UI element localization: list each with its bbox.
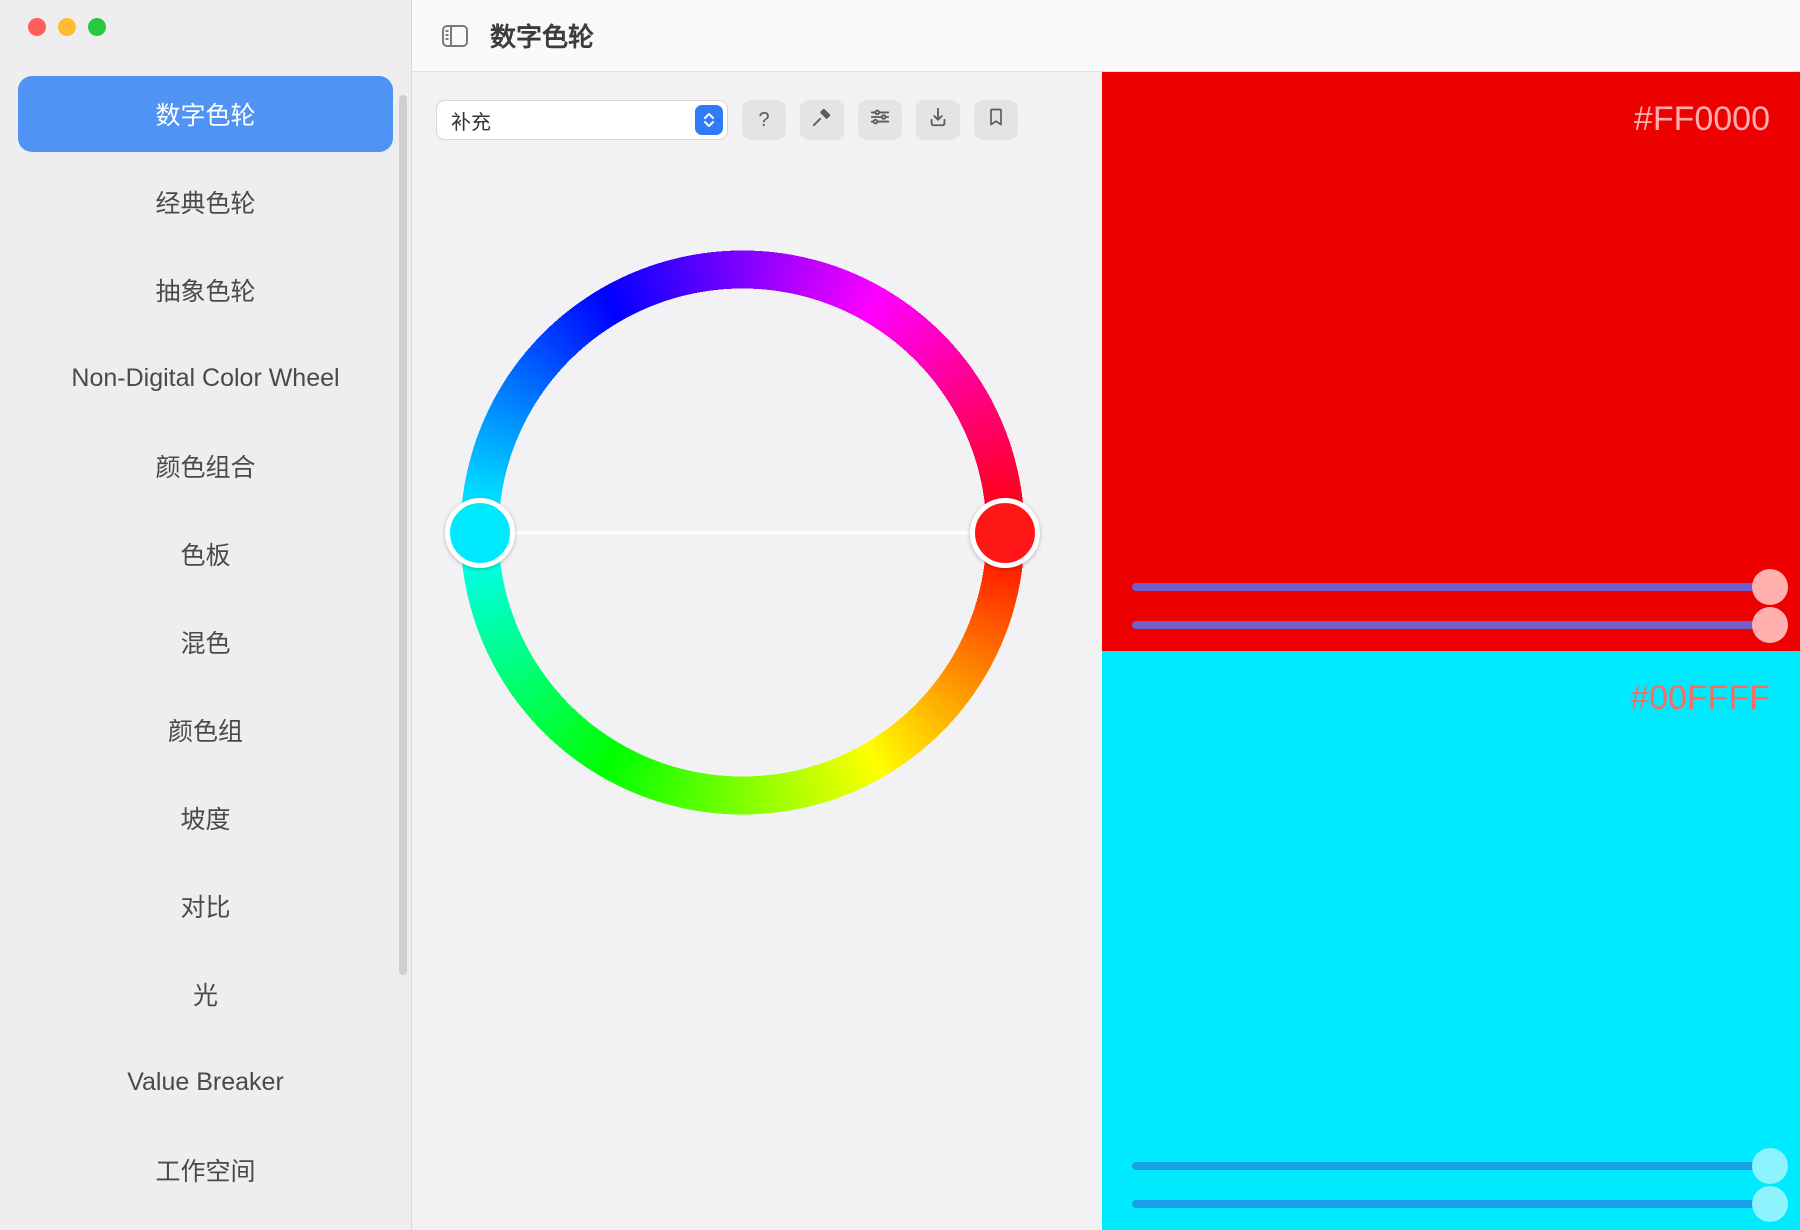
sidebar-item-label: 数字色轮: [155, 96, 255, 132]
sidebar-item-1[interactable]: 经典色轮: [18, 164, 393, 240]
wheel-toolbar: 补充 ?: [436, 100, 1078, 140]
eyedropper-button[interactable]: [800, 100, 844, 140]
wheel-pane: 补充 ?: [412, 72, 1102, 1230]
sidebar-item-6[interactable]: 混色: [18, 604, 393, 680]
swatch-slider-1[interactable]: [1132, 621, 1770, 629]
adjustments-button[interactable]: [858, 100, 902, 140]
sidebar-item-7[interactable]: 颜色组: [18, 692, 393, 768]
sidebar-item-12[interactable]: 工作空间: [18, 1132, 393, 1208]
export-button[interactable]: [916, 100, 960, 140]
color-handle-2[interactable]: [970, 498, 1040, 568]
sidebar-item-8[interactable]: 坡度: [18, 780, 393, 856]
minimize-window-button[interactable]: [58, 18, 76, 36]
sidebar-item-label: 颜色组合: [155, 448, 255, 484]
chevron-down-icon: [695, 105, 723, 135]
titlebar: 数字色轮: [412, 0, 1800, 72]
window-controls: [0, 18, 411, 36]
page-title: 数字色轮: [490, 17, 594, 54]
sidebar-item-label: Non-Digital Color Wheel: [71, 364, 339, 393]
slider-thumb[interactable]: [1752, 1186, 1788, 1222]
content: 补充 ?: [412, 72, 1800, 1230]
swatch-1[interactable]: #00FFFF: [1102, 651, 1800, 1230]
sidebar-item-5[interactable]: 色板: [18, 516, 393, 592]
sidebar-item-11[interactable]: Value Breaker: [18, 1044, 393, 1120]
sidebar-item-label: 色板: [180, 536, 230, 572]
eyedropper-icon: [811, 106, 833, 134]
sidebar-item-9[interactable]: 对比: [18, 868, 393, 944]
sidebar-item-4[interactable]: 颜色组合: [18, 428, 393, 504]
sidebar-item-10[interactable]: 光: [18, 956, 393, 1032]
toggle-sidebar-button[interactable]: [442, 25, 468, 47]
question-icon: ?: [758, 109, 769, 132]
swatch-sliders: [1132, 1162, 1770, 1208]
sidebar-list[interactable]: 数字色轮经典色轮抽象色轮 Non-Digital Color Wheel 颜色组合色…: [0, 76, 411, 1230]
swatch-0[interactable]: #FF0000: [1102, 72, 1800, 651]
sidebar-item-label: 光: [193, 976, 218, 1012]
sidebar-item-label: Value Breaker: [127, 1068, 284, 1097]
bookmark-button[interactable]: [974, 100, 1018, 140]
preview-pane: #FF0000 #00FFFF: [1102, 72, 1800, 1230]
close-window-button[interactable]: [28, 18, 46, 36]
zoom-window-button[interactable]: [88, 18, 106, 36]
sidebar-scrollbar[interactable]: [399, 95, 407, 975]
swatch-hex-label: #FF0000: [1132, 100, 1770, 139]
sidebar-item-label: 经典色轮: [155, 184, 255, 220]
help-button[interactable]: ?: [742, 100, 786, 140]
export-icon: [927, 106, 949, 134]
slider-thumb[interactable]: [1752, 569, 1788, 605]
sidebar-item-label: 坡度: [180, 800, 230, 836]
swatch-slider-0[interactable]: [1132, 583, 1770, 591]
bookmark-icon: [986, 106, 1006, 134]
sidebar-item-label: 混色: [180, 624, 230, 660]
sidebar-item-3[interactable]: Non-Digital Color Wheel: [18, 340, 393, 416]
color-handle-1[interactable]: [445, 498, 515, 568]
app-window: 数字色轮经典色轮抽象色轮 Non-Digital Color Wheel 颜色组合色…: [0, 0, 1800, 1230]
sidebar-item-label: 颜色组: [168, 712, 243, 748]
sidebar: 数字色轮经典色轮抽象色轮 Non-Digital Color Wheel 颜色组合色…: [0, 0, 412, 1230]
swatch-sliders: [1132, 583, 1770, 629]
swatch-slider-1[interactable]: [1132, 1200, 1770, 1208]
swatch-slider-0[interactable]: [1132, 1162, 1770, 1170]
sidebar-item-0[interactable]: 数字色轮: [18, 76, 393, 152]
sliders-icon: [869, 106, 891, 134]
sidebar-item-2[interactable]: 抽象色轮: [18, 252, 393, 328]
sidebar-item-label: 抽象色轮: [155, 272, 255, 308]
swatch-hex-label: #00FFFF: [1132, 679, 1770, 718]
sidebar-item-label: 工作空间: [155, 1152, 255, 1188]
main-area: 数字色轮 补充 ?: [412, 0, 1800, 1230]
sidebar-item-label: 对比: [180, 888, 230, 924]
slider-thumb[interactable]: [1752, 1148, 1788, 1184]
color-wheel-connector: [490, 531, 995, 534]
slider-thumb[interactable]: [1752, 607, 1788, 643]
harmony-dropdown-value: 补充: [451, 106, 491, 135]
harmony-dropdown[interactable]: 补充: [436, 100, 728, 140]
color-wheel[interactable]: [460, 250, 1025, 815]
